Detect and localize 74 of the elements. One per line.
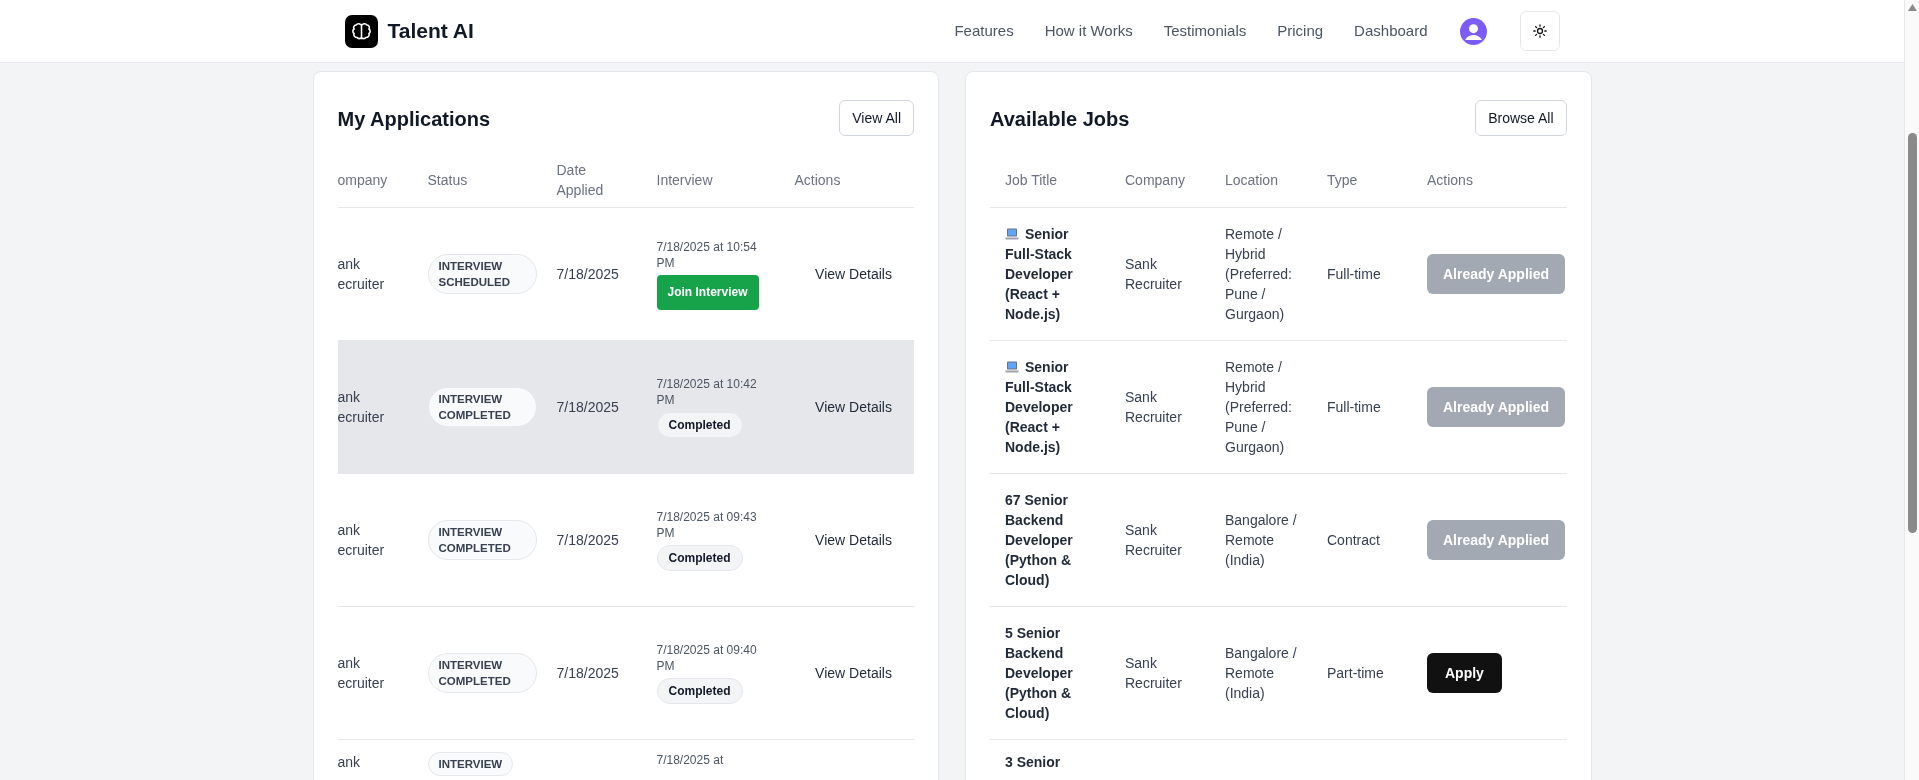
table-cell: Full-time (1327, 399, 1381, 415)
scroll-up-arrow-icon[interactable] (1908, 4, 1917, 11)
job-title[interactable]: 67 Senior Backend Developer (Python & Cloud) (1005, 490, 1087, 590)
browse-all-button[interactable]: Browse All (1475, 100, 1567, 136)
laptop-icon (1005, 228, 1019, 240)
job-title[interactable]: Senior Full-Stack Developer (React + Node.js) (1005, 224, 1087, 324)
completed-badge: Completed (656, 678, 743, 704)
interview-time: 7/18/2025 at 09:43 PM (656, 509, 758, 541)
table-cell: 7/18/2025 (556, 531, 619, 548)
nav-link[interactable]: Features (954, 19, 1014, 43)
card-title: My Applications (337, 107, 491, 132)
brand-name[interactable]: Talent AI (387, 15, 474, 47)
column-header: Date Applied (556, 162, 604, 198)
column-header: Company (1125, 171, 1185, 188)
table-cell: Full-time (1327, 266, 1381, 282)
apply-button[interactable]: Apply (1427, 653, 1502, 693)
user-avatar-icon[interactable] (1459, 17, 1487, 45)
table-cell: ank ecruiter (337, 655, 385, 691)
job-title[interactable]: Senior Full-Stack Developer (React + Node.js) (1005, 357, 1087, 457)
completed-badge: Completed (656, 412, 743, 438)
table-cell: Sank Recruiter (1125, 256, 1182, 292)
table-cell: Sank Recruiter (1125, 389, 1182, 425)
table-row[interactable]: ank ecruiter INTERVIEW COMPLETED 7/18/2025 7/18/2025 at 10:42 PM Completed View Details (337, 341, 914, 474)
view-details-link[interactable]: View Details (815, 531, 892, 548)
job-title[interactable]: 5 Senior Backend Developer (Python & Cloud) (1005, 623, 1087, 723)
sun-icon (1532, 24, 1547, 38)
view-details-link[interactable]: View Details (815, 398, 892, 415)
column-header: Type (1327, 171, 1358, 188)
column-header: Job Title (1005, 171, 1058, 188)
laptop-icon (1005, 361, 1019, 373)
status-badge: INTERVIEW COMPLETED (427, 653, 537, 693)
view-details-link[interactable]: View Details (815, 265, 892, 282)
table-cell: Sank Recruiter (1125, 522, 1182, 558)
scrollbar-thumb[interactable] (1908, 133, 1917, 533)
table-cell: Sank Recruiter (1125, 655, 1182, 691)
job-title[interactable]: 3 Senior (1005, 752, 1087, 772)
interview-time: 7/18/2025 at 09:40 PM (656, 642, 758, 674)
column-header: Actions (1427, 171, 1473, 188)
table-cell: ank ecruiter (337, 389, 385, 425)
table-cell: ank (337, 754, 361, 770)
column-header: Actions (793, 171, 842, 190)
column-header: ompany (337, 172, 388, 188)
brain-logo-icon[interactable] (344, 14, 378, 48)
view-details-link[interactable]: View Details (815, 664, 892, 681)
theme-toggle-button[interactable] (1519, 11, 1560, 51)
table-cell: Remote / Hybrid (Preferred: Pune / Gurgaon) (1225, 359, 1292, 455)
column-header: Interview (656, 172, 713, 188)
table-cell: Bangalore / Remote (India) (1225, 512, 1297, 568)
card-title: Available Jobs (990, 107, 1130, 132)
interview-time: 7/18/2025 at 10:42 PM (656, 376, 758, 408)
table-cell: Contract (1327, 532, 1380, 548)
table-cell: 7/18/2025 (556, 265, 619, 282)
status-badge: INTERVIEW COMPLETED (427, 520, 537, 560)
table-cell: 7/18/2025 (556, 398, 619, 415)
column-header: Location (1225, 171, 1278, 188)
nav-link[interactable]: How it Works (1044, 19, 1133, 43)
view-all-button[interactable]: View All (839, 100, 914, 136)
table-cell: 7/18/2025 (556, 664, 619, 681)
status-badge: INTERVIEW SCHEDULED (427, 254, 537, 294)
table-cell: Part-time (1327, 665, 1384, 681)
scrollbar[interactable] (1904, 0, 1919, 780)
status-badge: INTERVIEW COMPLETED (427, 387, 537, 427)
column-header: Status (427, 172, 468, 188)
interview-time: 7/18/2025 at (656, 752, 724, 768)
table-cell: ank ecruiter (337, 256, 385, 292)
nav-link[interactable]: Testimonials (1163, 19, 1247, 43)
nav-link[interactable]: Pricing (1277, 19, 1324, 43)
interview-time: 7/18/2025 at 10:54 PM (656, 238, 758, 271)
status-badge: INTERVIEW (427, 752, 514, 776)
table-cell: Bangalore / Remote (India) (1225, 645, 1297, 701)
table-cell: ank ecruiter (337, 522, 385, 558)
nav-link[interactable]: Dashboard (1354, 19, 1428, 43)
table-cell: Remote / Hybrid (Preferred: Pune / Gurgaon) (1225, 226, 1292, 322)
completed-badge: Completed (656, 545, 743, 571)
